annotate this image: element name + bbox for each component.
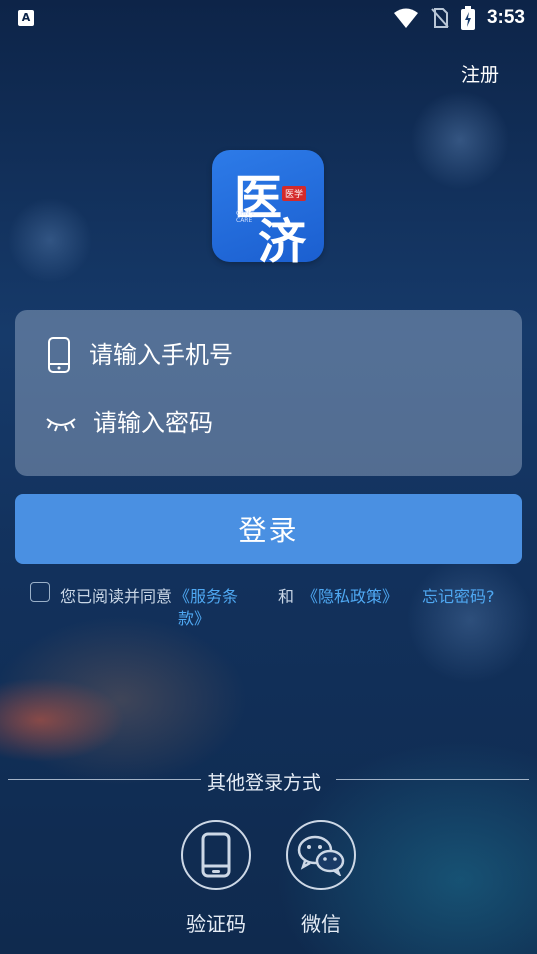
sms-login-label: 验证码 <box>186 912 246 936</box>
phone-input[interactable] <box>87 340 471 370</box>
login-button[interactable]: 登录 <box>15 494 522 564</box>
status-time: 3:53 <box>486 7 525 28</box>
sms-login-option[interactable]: 验证码 <box>180 820 252 937</box>
status-bar: A 3:53 <box>0 0 537 36</box>
app-logo: 医 医学 CHN T CARE 济 <box>212 150 324 270</box>
login-form-card <box>15 310 522 476</box>
no-sim-icon <box>431 8 449 28</box>
password-field <box>45 398 475 448</box>
privacy-link[interactable]: 《隐私政策》 <box>302 583 398 607</box>
agreement-row: 您已阅读并同意 《服务条 款》 和 《隐私政策》 忘记密码? <box>30 582 510 632</box>
password-input[interactable] <box>91 408 475 438</box>
logo-char-2: 济 <box>258 214 307 270</box>
forgot-password-link[interactable]: 忘记密码? <box>422 583 495 607</box>
register-link[interactable]: 注册 <box>461 60 499 87</box>
wifi-icon <box>393 8 418 28</box>
app-notification-icon: A <box>18 10 34 26</box>
terms-link-continued[interactable]: 款》 <box>178 605 210 629</box>
phone-icon <box>48 337 70 373</box>
eye-closed-icon[interactable] <box>45 413 77 433</box>
wechat-login-label: 微信 <box>301 912 341 936</box>
logo-stamp: 医学 <box>282 186 307 201</box>
other-login-title: 其他登录方式 <box>207 772 322 794</box>
agreement-prefix: 您已阅读并同意 <box>60 587 173 606</box>
phone-icon <box>201 832 231 878</box>
divider-left <box>8 779 201 780</box>
wechat-icon <box>297 835 345 876</box>
wechat-login-button[interactable] <box>286 820 356 890</box>
phone-field <box>45 330 471 380</box>
battery-charging-icon <box>460 6 475 30</box>
terms-link[interactable]: 《服务条 <box>174 583 238 607</box>
logo-tiny-text: CHN T CARE <box>236 210 255 224</box>
wechat-login-option[interactable]: 微信 <box>285 820 357 937</box>
status-icons: 3:53 <box>393 6 525 30</box>
agreement-and: 和 <box>278 587 295 606</box>
agreement-checkbox[interactable] <box>30 582 50 602</box>
sms-login-button[interactable] <box>181 820 251 890</box>
divider-right <box>336 779 529 780</box>
